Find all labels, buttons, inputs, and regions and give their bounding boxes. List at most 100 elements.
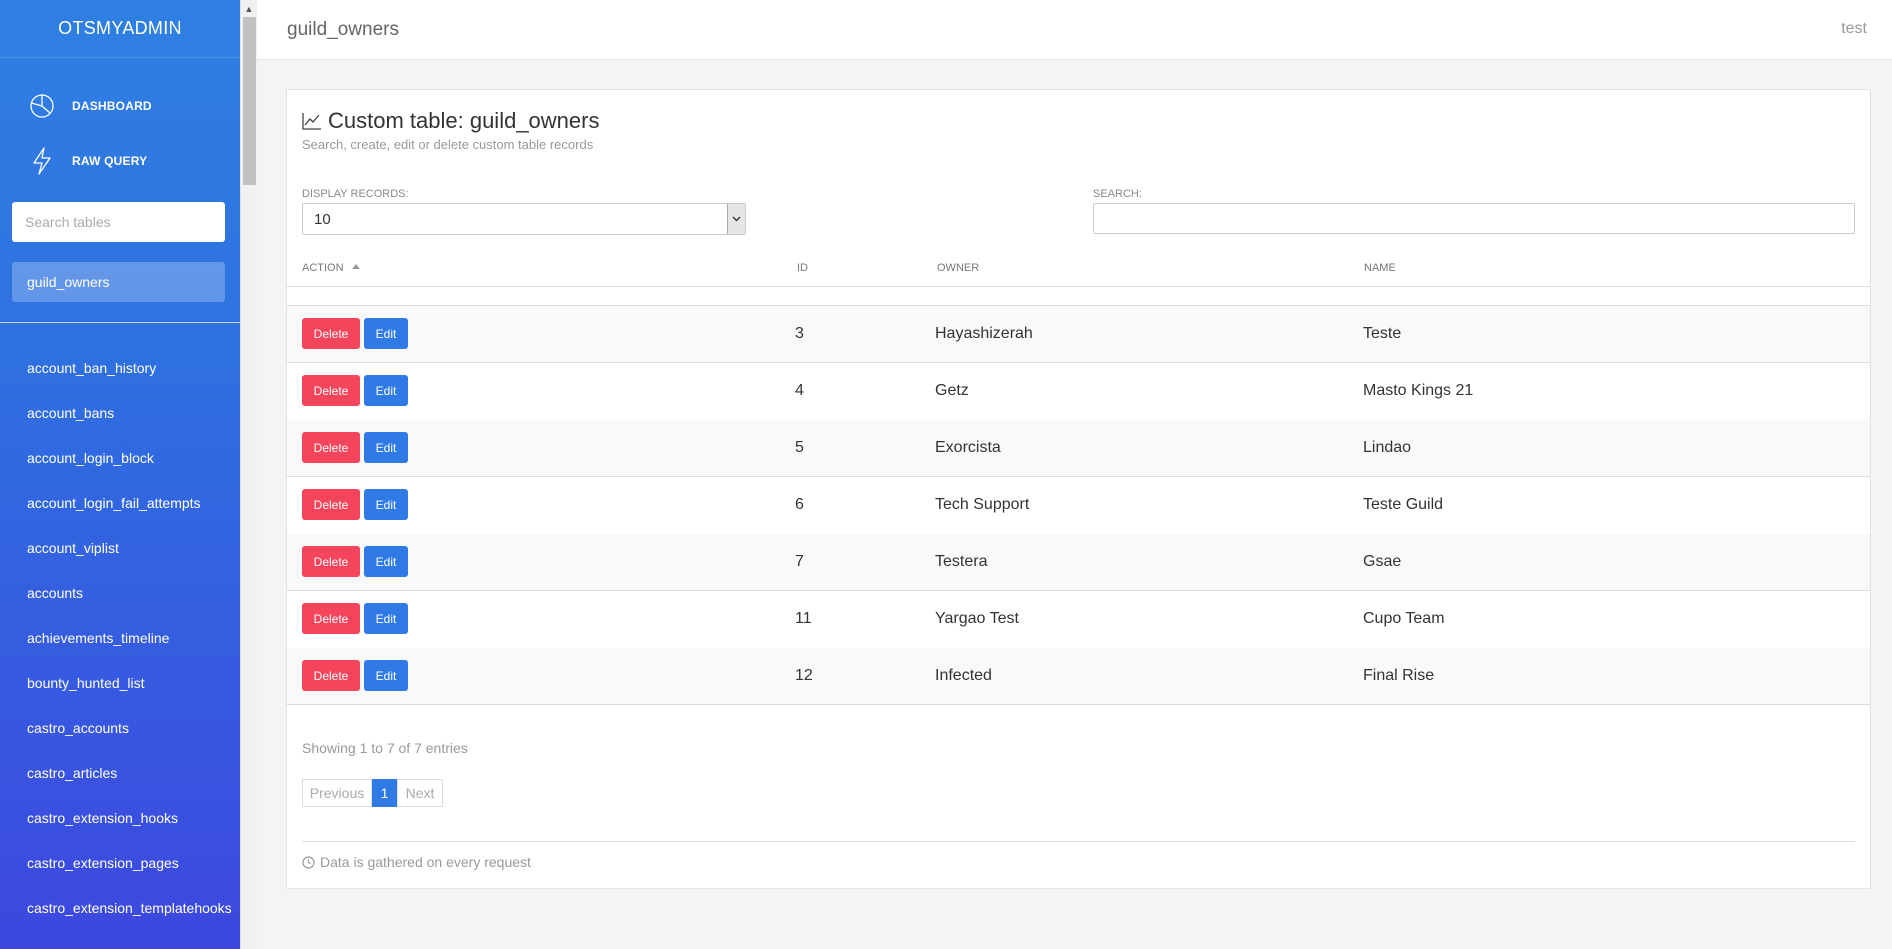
search-tables-input[interactable] (12, 202, 225, 242)
sidebar-item-table[interactable]: castro_accounts (0, 705, 240, 750)
entries-info: Showing 1 to 7 of 7 entries (302, 740, 468, 756)
sidebar-item-table[interactable]: castro_extension_pages (0, 840, 240, 885)
sidebar-scrollbar[interactable]: ▲ (240, 0, 257, 949)
column-header-owner[interactable]: OWNER (937, 262, 979, 274)
cell-owner: Exorcista (935, 439, 1001, 456)
delete-button[interactable]: Delete (302, 432, 360, 463)
sidebar-item-table[interactable]: account_login_block (0, 435, 240, 480)
sort-ascending-icon (351, 264, 360, 269)
table-row: Delete Edit 4 Getz Masto Kings 21 (287, 363, 1870, 420)
edit-button[interactable]: Edit (364, 432, 408, 463)
table-card: Custom table: guild_owners Search, creat… (286, 89, 1871, 889)
search-label: SEARCH: (1093, 188, 1142, 200)
sidebar-item-table[interactable]: achievements_timeline (0, 615, 240, 660)
sidebar: OTSMYADMIN DASHBOARD RAW QUERY guild_own… (0, 0, 240, 949)
cell-owner: Hayashizerah (935, 325, 1033, 342)
display-records-label: DISPLAY RECORDS: (302, 188, 409, 200)
sidebar-item-table[interactable]: account_login_fail_attempts (0, 480, 240, 525)
cell-owner: Testera (935, 553, 988, 570)
table-row: Delete Edit 7 Testera Gsae (287, 534, 1870, 591)
chevron-down-icon[interactable] (727, 204, 745, 234)
card-title-text: Custom table: guild_owners (328, 108, 600, 133)
table-row: Delete Edit 12 Infected Final Rise (287, 648, 1870, 705)
cell-id: 7 (795, 553, 804, 570)
table-header: ACTION ID OWNER NAME (287, 251, 1870, 287)
pagination: Previous 1 Next (302, 779, 443, 807)
nav-dashboard-label: DASHBOARD (72, 98, 152, 113)
sidebar-item-table[interactable]: account_ban_history (0, 345, 240, 390)
cell-id: 3 (795, 325, 804, 342)
scrollbar-thumb[interactable] (243, 17, 256, 185)
user-menu[interactable]: test (1841, 20, 1867, 38)
column-header-name[interactable]: NAME (1364, 262, 1396, 274)
cell-name: Masto Kings 21 (1363, 382, 1474, 399)
line-chart-icon (302, 112, 322, 130)
edit-button[interactable]: Edit (364, 375, 408, 406)
table-row: Delete Edit 3 Hayashizerah Teste (287, 306, 1870, 363)
lightning-icon (28, 146, 56, 175)
clock-icon (302, 855, 315, 869)
pagination-page-current[interactable]: 1 (372, 779, 397, 807)
search-input[interactable] (1093, 203, 1855, 234)
pie-chart-icon (28, 92, 56, 120)
sidebar-item-table[interactable]: accounts (0, 570, 240, 615)
delete-button[interactable]: Delete (302, 318, 360, 349)
cell-owner: Yargao Test (935, 610, 1019, 627)
delete-button[interactable]: Delete (302, 603, 360, 634)
cell-id: 5 (795, 439, 804, 456)
cell-id: 12 (795, 667, 813, 684)
edit-button[interactable]: Edit (364, 489, 408, 520)
cell-name: Teste (1363, 325, 1402, 342)
table-row: Delete Edit 5 Exorcista Lindao (287, 420, 1870, 477)
card-title: Custom table: guild_owners (302, 108, 599, 134)
footer-note-text: Data is gathered on every request (320, 854, 531, 870)
table-row: Delete Edit 6 Tech Support Teste Guild (287, 477, 1870, 534)
sidebar-item-table[interactable]: castro_extension_templatehooks (0, 885, 240, 930)
table-list: account_ban_history account_bans account… (0, 323, 240, 930)
cell-id: 4 (795, 382, 804, 399)
brand-logo[interactable]: OTSMYADMIN (0, 0, 240, 58)
sidebar-item-active-table[interactable]: guild_owners (12, 262, 225, 302)
display-records-select[interactable]: 10 (302, 203, 746, 235)
cell-name: Lindao (1363, 439, 1412, 456)
cell-id: 11 (795, 610, 812, 627)
main-nav: DASHBOARD RAW QUERY (0, 58, 240, 188)
sidebar-item-table[interactable]: account_viplist (0, 525, 240, 570)
column-header-action-label: ACTION (302, 262, 344, 274)
cell-name: Gsae (1363, 553, 1402, 570)
table-row: Delete Edit 11 Yargao Test Cupo Team (287, 591, 1870, 648)
footer-note: Data is gathered on every request (302, 854, 531, 870)
nav-raw-query[interactable]: RAW QUERY (0, 133, 240, 188)
column-header-id[interactable]: ID (797, 262, 808, 274)
sidebar-item-table[interactable]: bounty_hunted_list (0, 660, 240, 705)
sidebar-item-table[interactable]: castro_extension_hooks (0, 795, 240, 840)
cell-owner: Getz (935, 382, 969, 399)
sidebar-item-table[interactable]: account_bans (0, 390, 240, 435)
cell-id: 6 (795, 496, 804, 513)
delete-button[interactable]: Delete (302, 375, 360, 406)
edit-button[interactable]: Edit (364, 318, 408, 349)
page-title: guild_owners (287, 19, 399, 40)
table-spacer-row (287, 287, 1870, 306)
edit-button[interactable]: Edit (364, 660, 408, 691)
nav-dashboard[interactable]: DASHBOARD (0, 78, 240, 133)
pagination-next[interactable]: Next (397, 779, 443, 807)
top-bar: guild_owners test (257, 0, 1892, 60)
column-header-action[interactable]: ACTION (302, 262, 360, 274)
cell-name: Final Rise (1363, 667, 1435, 684)
card-subtitle: Search, create, edit or delete custom ta… (302, 137, 594, 152)
edit-button[interactable]: Edit (364, 546, 408, 577)
sidebar-item-table[interactable]: castro_articles (0, 750, 240, 795)
delete-button[interactable]: Delete (302, 489, 360, 520)
delete-button[interactable]: Delete (302, 660, 360, 691)
scroll-up-arrow-icon[interactable]: ▲ (241, 0, 257, 17)
cell-owner: Tech Support (935, 496, 1030, 513)
edit-button[interactable]: Edit (364, 603, 408, 634)
delete-button[interactable]: Delete (302, 546, 360, 577)
pagination-previous[interactable]: Previous (302, 779, 372, 807)
cell-name: Cupo Team (1363, 610, 1445, 627)
display-records-value: 10 (314, 211, 331, 228)
cell-owner: Infected (935, 667, 992, 684)
footer-divider (302, 841, 1855, 842)
nav-raw-query-label: RAW QUERY (72, 153, 148, 168)
